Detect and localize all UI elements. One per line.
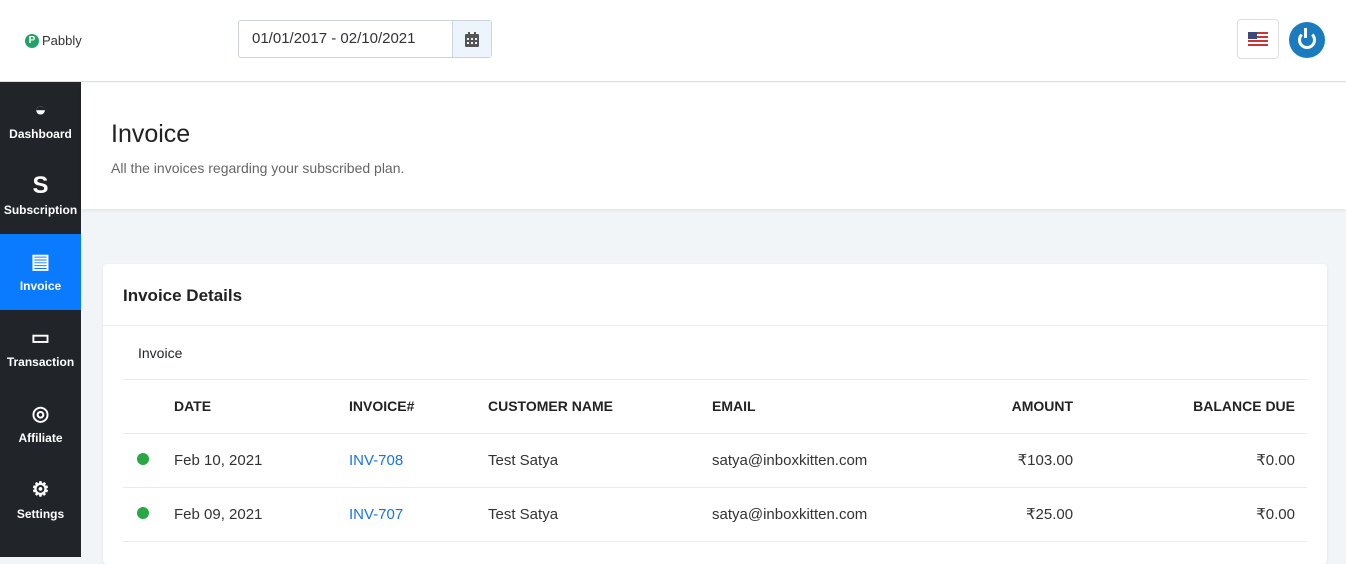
cell-date: Feb 09, 2021: [174, 487, 349, 542]
card-title: Invoice Details: [103, 264, 1327, 326]
sidebar-item-invoice[interactable]: ▤ Invoice: [0, 234, 81, 310]
podcast-icon: ◎: [31, 403, 50, 425]
sidebar-item-affiliate[interactable]: ◎ Affiliate: [0, 386, 81, 462]
sidebar-item-dashboard[interactable]: ◒ Dashboard: [0, 82, 81, 158]
date-range-input[interactable]: 01/01/2017 - 02/10/2021: [239, 21, 452, 57]
subscription-icon: S: [32, 172, 49, 199]
sidebar-item-label: Dashboard: [9, 127, 72, 141]
col-amount: AMOUNT: [942, 380, 1086, 434]
sidebar-item-transaction[interactable]: ▭ Transaction: [0, 310, 81, 386]
cell-email: satya@inboxkitten.com: [712, 487, 942, 542]
sidebar-item-label: Subscription: [3, 203, 78, 217]
sidebar-item-subscription[interactable]: S Subscription: [0, 158, 81, 234]
cell-customer: Test Satya: [488, 433, 712, 488]
calendar-icon: [465, 31, 479, 47]
pabbly-logo[interactable]: P Pabbly: [25, 33, 82, 48]
page-title: Invoice: [111, 120, 191, 148]
col-email: EMAIL: [712, 380, 942, 434]
cell-customer: Test Satya: [488, 487, 712, 542]
cell-balance: ₹0.00: [1085, 433, 1307, 488]
cell-email: satya@inboxkitten.com: [712, 433, 942, 488]
page-header: Invoice All the invoices regarding your …: [81, 83, 1346, 209]
sidebar-item-label: Invoice: [19, 279, 62, 293]
top-bar: P Pabbly 01/01/2017 - 02/10/2021: [0, 0, 1346, 82]
sidebar-item-label: Settings: [16, 507, 65, 521]
col-balance: BALANCE DUE: [1085, 380, 1307, 434]
sidebar-item-label: Transaction: [6, 355, 75, 369]
invoice-link[interactable]: INV-708: [349, 452, 403, 469]
tab-invoice[interactable]: Invoice: [123, 326, 1307, 380]
table-row[interactable]: Feb 09, 2021 INV-707 Test Satya satya@in…: [123, 487, 1307, 542]
logo-text: Pabbly: [42, 33, 82, 48]
status-header: [123, 380, 174, 434]
sidebar: ◒ Dashboard S Subscription ▤ Invoice ▭ Trans…: [0, 82, 81, 557]
logo-icon: P: [25, 33, 39, 48]
language-button[interactable]: [1237, 19, 1279, 59]
calendar-button[interactable]: [452, 21, 491, 57]
col-customer: CUSTOMER NAME: [488, 380, 712, 434]
page-subtitle: All the invoices regarding your subscrib…: [111, 160, 405, 176]
invoice-link[interactable]: INV-707: [349, 506, 403, 523]
invoice-icon: ▤: [31, 251, 50, 273]
invoice-details-card: Invoice Details Invoice DATE INVOICE# CU…: [103, 264, 1327, 564]
status-dot: [137, 452, 149, 465]
logout-button[interactable]: [1289, 22, 1325, 58]
sidebar-item-label: Affiliate: [18, 431, 63, 445]
cell-amount: ₹25.00: [942, 487, 1086, 542]
table-row[interactable]: Feb 10, 2021 INV-708 Test Satya satya@in…: [123, 433, 1307, 488]
money-icon: ▭: [31, 327, 50, 349]
gear-icon: ⚙: [31, 479, 50, 501]
cell-date: Feb 10, 2021: [174, 433, 349, 488]
sidebar-item-settings[interactable]: ⚙ Settings: [0, 462, 81, 538]
table-header-row: DATE INVOICE# CUSTOMER NAME EMAIL AMOUNT…: [123, 380, 1307, 434]
date-range-picker[interactable]: 01/01/2017 - 02/10/2021: [238, 20, 492, 58]
col-date: DATE: [174, 380, 349, 434]
dashboard-icon: ◒: [34, 99, 47, 121]
power-icon: [1298, 28, 1316, 49]
col-invoice: INVOICE#: [349, 380, 488, 434]
us-flag-icon: [1248, 32, 1268, 46]
invoice-table: DATE INVOICE# CUSTOMER NAME EMAIL AMOUNT…: [123, 380, 1307, 542]
cell-balance: ₹0.00: [1085, 487, 1307, 542]
cell-amount: ₹103.00: [942, 433, 1086, 488]
status-dot: [137, 506, 149, 519]
